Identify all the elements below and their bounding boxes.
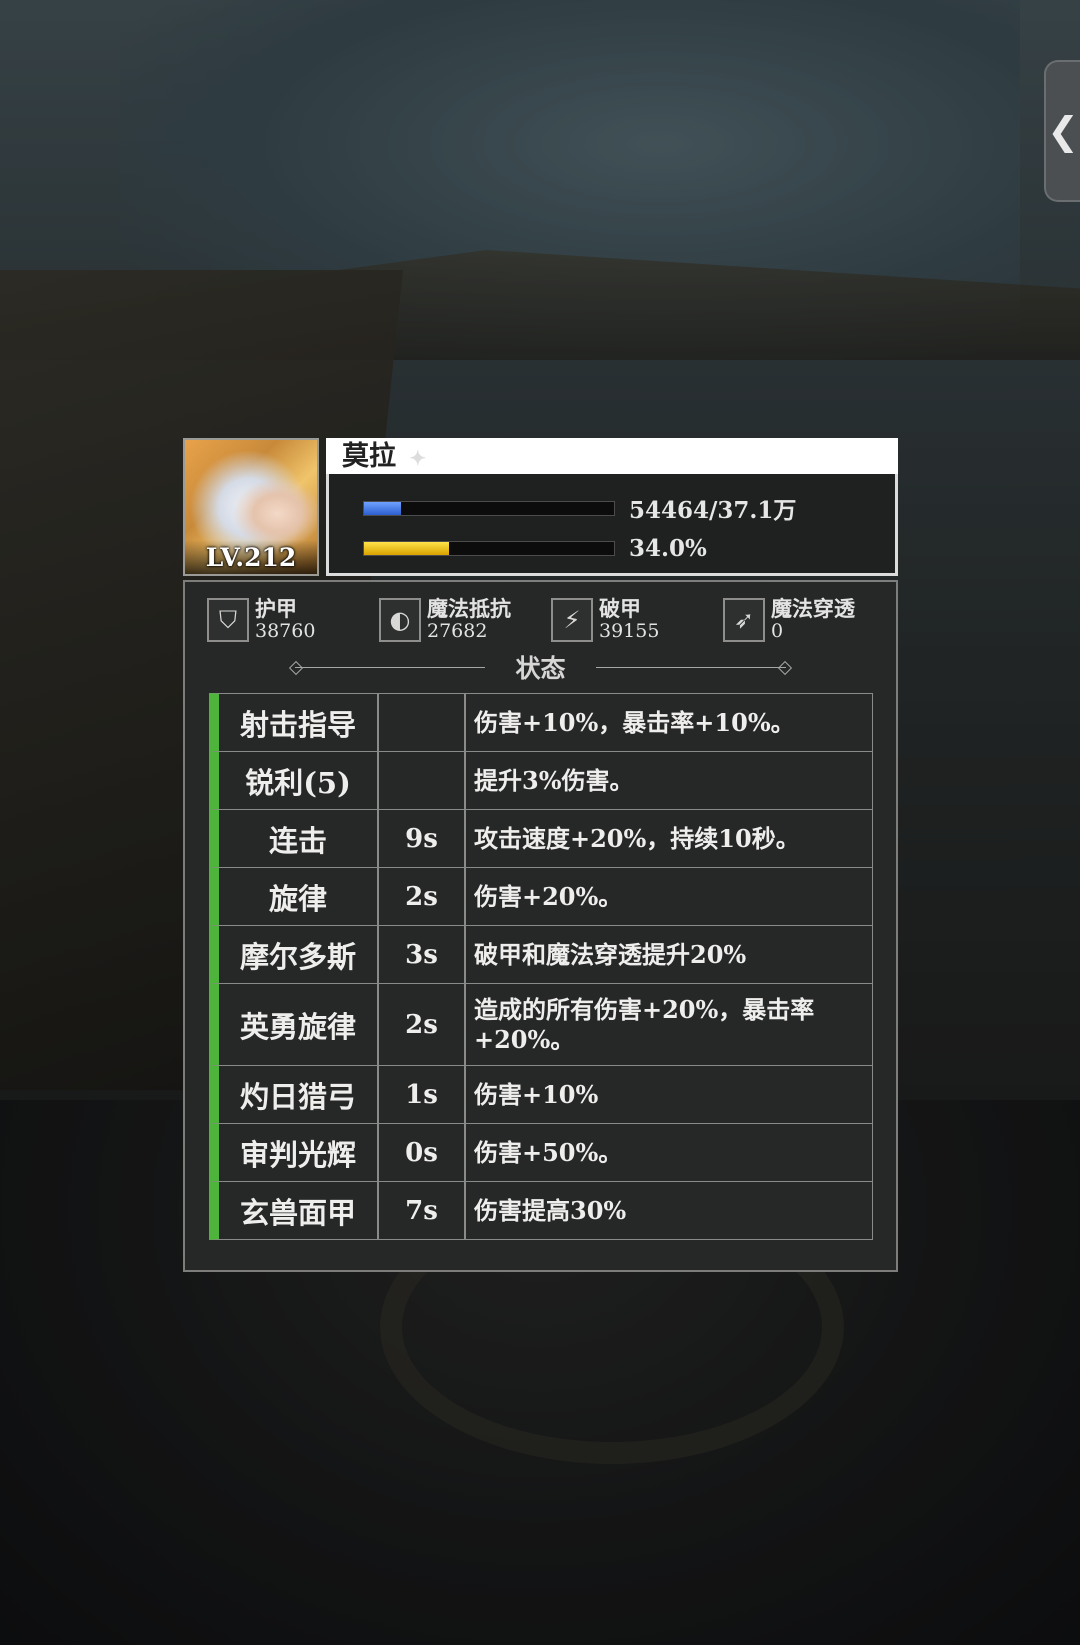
divider <box>295 666 486 668</box>
status-title: 状态 <box>515 654 566 683</box>
status-name: 玄兽面甲 <box>219 1182 379 1239</box>
star-icon: ✦ <box>409 445 427 470</box>
status-description: 伤害+20%。 <box>474 881 623 911</box>
magic-penetration-icon: ➶ <box>723 598 765 642</box>
status-duration: 2s <box>379 868 466 925</box>
divider <box>595 666 786 668</box>
chevron-left-icon: ❮ <box>1047 109 1079 153</box>
status-description: 攻击速度+20%，持续10秒。 <box>474 823 800 853</box>
status-duration: 3s <box>379 926 466 983</box>
energy-bar <box>363 540 615 556</box>
status-duration: 9s <box>379 810 466 867</box>
hero-portrait: LV.212 <box>183 438 319 576</box>
hero-level: LV.212 <box>205 543 297 572</box>
status-table: 射击指导 伤害+10%，暴击率+10%。 锐利(5) 提升3%伤害。 连击 9s… <box>209 693 873 1240</box>
status-name: 射击指导 <box>219 694 379 751</box>
collapse-side-panel-button[interactable]: ❮ <box>1044 60 1080 202</box>
status-description: 伤害+10% <box>474 1079 599 1109</box>
status-duration <box>379 694 466 751</box>
status-name: 锐利(5) <box>219 752 379 809</box>
hero-name: 莫拉 <box>342 441 396 472</box>
status-description: 造成的所有伤害+20%，暴击率+20%。 <box>474 994 815 1054</box>
status-row: 玄兽面甲 7s 伤害提高30% <box>209 1181 873 1240</box>
energy-value: 34.0% <box>629 534 707 562</box>
stat-value: 27682 <box>427 620 488 642</box>
status-duration: 0s <box>379 1124 466 1181</box>
energy-row: 34.0% <box>363 534 707 562</box>
hp-row: 54464/37.1万 <box>363 494 797 524</box>
stat-label: 魔法穿透 <box>771 596 855 621</box>
energy-bar-fill <box>364 541 449 555</box>
stat-magic-resist: ◐ 魔法抵抗 27682 <box>379 594 511 646</box>
status-row: 锐利(5) 提升3%伤害。 <box>209 751 873 810</box>
status-description: 提升3%伤害。 <box>474 765 634 795</box>
status-row: 旋律 2s 伤害+20%。 <box>209 867 873 926</box>
stat-value: 38760 <box>255 620 316 642</box>
status-row: 射击指导 伤害+10%，暴击率+10%。 <box>209 693 873 752</box>
stat-value: 0 <box>771 620 784 642</box>
stat-label: 护甲 <box>255 596 297 621</box>
status-name: 旋律 <box>219 868 379 925</box>
status-name: 英勇旋律 <box>219 984 379 1065</box>
status-row: 审判光辉 0s 伤害+50%。 <box>209 1123 873 1182</box>
status-duration: 1s <box>379 1066 466 1123</box>
status-description: 伤害+50%。 <box>474 1137 623 1167</box>
hero-name-bar: 莫拉 ✦ <box>326 438 898 476</box>
stat-armor: ⛉ 护甲 38760 <box>207 594 315 646</box>
armor-break-icon: ⚡ <box>551 598 593 642</box>
status-name: 连击 <box>219 810 379 867</box>
status-description: 伤害+10%，暴击率+10%。 <box>474 707 795 737</box>
magic-resist-icon: ◐ <box>379 598 421 642</box>
stat-value: 39155 <box>599 620 660 642</box>
status-duration: 7s <box>379 1182 466 1239</box>
status-name: 摩尔多斯 <box>219 926 379 983</box>
hp-value: 54464/37.1万 <box>629 497 797 524</box>
stat-armor-break: ⚡ 破甲 39155 <box>551 594 659 646</box>
status-duration: 2s <box>379 984 466 1065</box>
stat-label: 破甲 <box>599 596 641 621</box>
status-name: 审判光辉 <box>219 1124 379 1181</box>
status-row: 英勇旋律 2s 造成的所有伤害+20%，暴击率+20%。 <box>209 983 873 1066</box>
status-description: 破甲和魔法穿透提升20% <box>474 939 747 969</box>
hp-bar <box>363 500 615 516</box>
status-name: 灼日猎弓 <box>219 1066 379 1123</box>
status-section-header: 状态 <box>185 650 896 684</box>
status-row: 灼日猎弓 1s 伤害+10% <box>209 1065 873 1124</box>
status-row: 连击 9s 攻击速度+20%，持续10秒。 <box>209 809 873 868</box>
status-row: 摩尔多斯 3s 破甲和魔法穿透提升20% <box>209 925 873 984</box>
status-panel: ⛉ 护甲 38760 ◐ 魔法抵抗 27682 ⚡ 破甲 39155 ➶ 魔法穿… <box>183 580 898 1272</box>
hero-bars-panel: 54464/37.1万 34.0% <box>326 474 898 576</box>
status-description: 伤害提高30% <box>474 1195 627 1225</box>
status-duration <box>379 752 466 809</box>
stat-magic-penetration: ➶ 魔法穿透 0 <box>723 594 855 646</box>
armor-shield-icon: ⛉ <box>207 598 249 642</box>
stat-label: 魔法抵抗 <box>427 596 511 621</box>
hp-bar-fill <box>364 501 401 515</box>
